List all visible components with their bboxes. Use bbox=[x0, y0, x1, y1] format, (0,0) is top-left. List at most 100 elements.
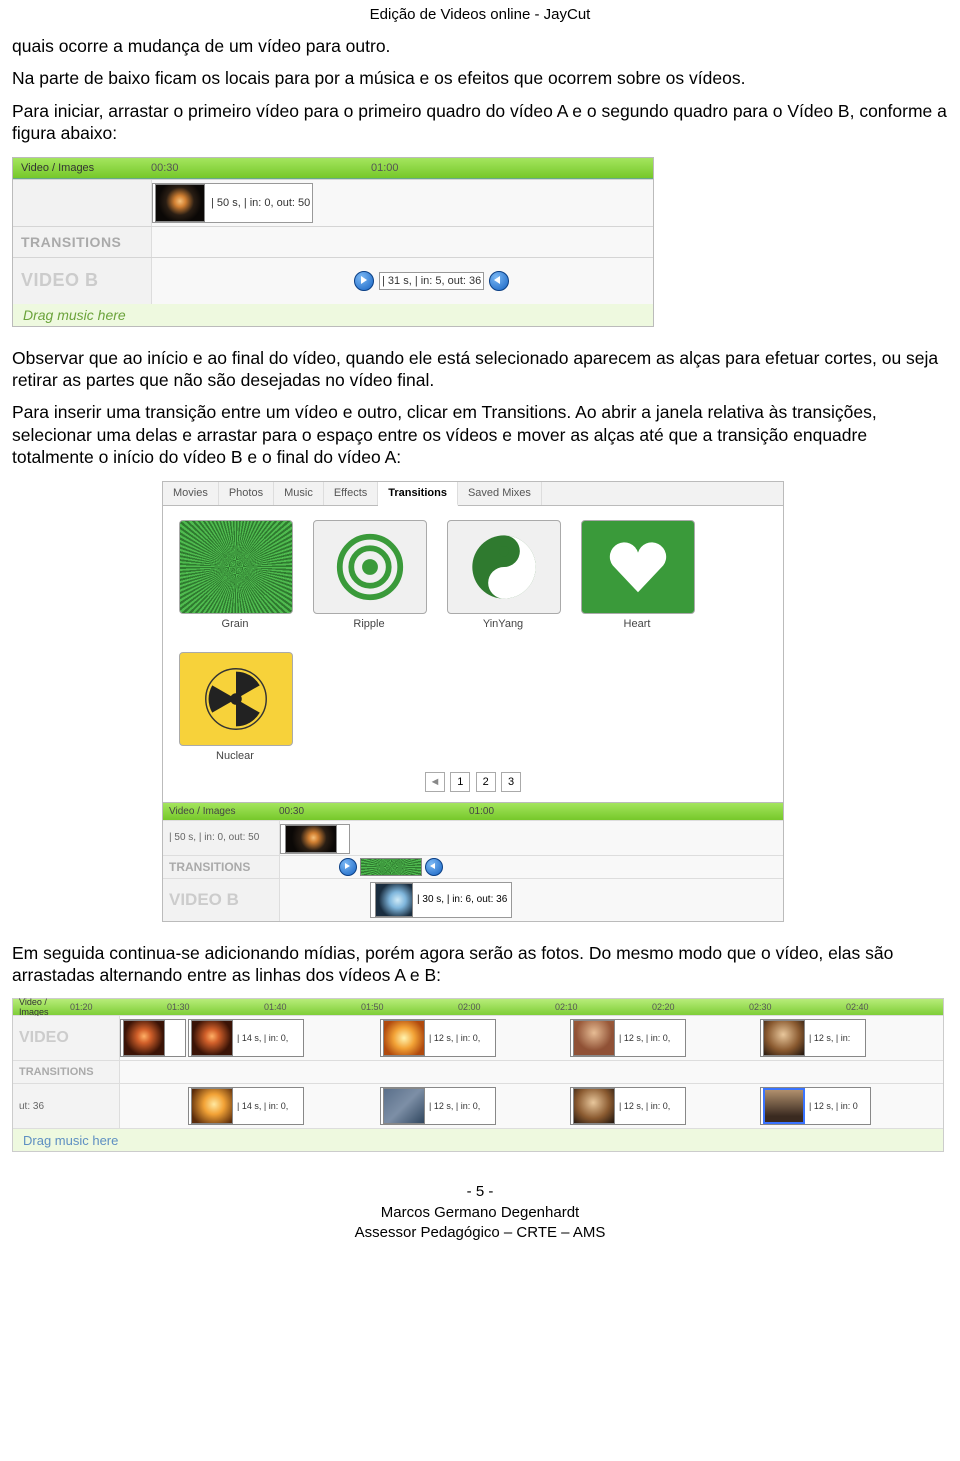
clip-b-2[interactable]: | 12 s, | in: 0, bbox=[570, 1087, 686, 1125]
row-video-b: ut: 36 | 14 s, | in: 0, | 12 s, | in: 0,… bbox=[13, 1083, 943, 1128]
clip-thumb-icon bbox=[383, 1088, 425, 1124]
track-a-2: | 50 s, | in: 0, out: 50 bbox=[163, 820, 783, 855]
music-track[interactable]: Drag music here bbox=[13, 304, 653, 326]
clip-thumb-icon bbox=[191, 1020, 233, 1056]
transition-item-ripple[interactable]: Ripple bbox=[313, 520, 425, 630]
ruler-label: Video / Images bbox=[163, 806, 279, 817]
video-a-label-3: VIDEO bbox=[13, 1016, 120, 1060]
transition-item-heart[interactable]: Heart bbox=[581, 520, 693, 630]
footer-author: Marcos Germano Degenhardt bbox=[12, 1203, 948, 1223]
clip-b-2[interactable]: | 30 s, | in: 6, out: 36 bbox=[370, 882, 512, 918]
ruler-tick: 02:10 bbox=[555, 1002, 652, 1012]
transition-item-yinyang[interactable]: YinYang bbox=[447, 520, 559, 630]
figure-transitions: Movies Photos Music Effects Transitions … bbox=[162, 481, 948, 922]
transitions-track-label: TRANSITIONS bbox=[13, 227, 152, 257]
pager-prev-icon[interactable]: ◄ bbox=[425, 772, 445, 792]
clip-thumb-icon bbox=[191, 1088, 233, 1124]
ruler-tick: 00:30 bbox=[279, 806, 469, 817]
paragraph-2: Na parte de baixo ficam os locais para p… bbox=[12, 67, 948, 89]
ruler-tick: 02:40 bbox=[846, 1002, 943, 1012]
clip-meta: | 12 s, | in: 0 bbox=[809, 1101, 858, 1111]
tab-saved-mixes[interactable]: Saved Mixes bbox=[458, 482, 542, 505]
clip-meta: | 12 s, | in: 0, bbox=[429, 1033, 480, 1043]
transition-name: Grain bbox=[179, 618, 291, 630]
ruler-tick: 01:40 bbox=[264, 1002, 361, 1012]
paragraph-1: quais ocorre a mudança de um vídeo para … bbox=[12, 35, 948, 57]
timeline-ruler: Video / Images 00:30 01:00 bbox=[13, 158, 653, 179]
paragraph-3: Para iniciar, arrastar o primeiro vídeo … bbox=[12, 100, 948, 145]
clip-a-2[interactable]: | 12 s, | in: 0, bbox=[380, 1019, 496, 1057]
clip-meta: | 14 s, | in: 0, bbox=[237, 1101, 288, 1111]
clip-meta: | 12 s, | in: 0, bbox=[619, 1101, 670, 1111]
tab-effects[interactable]: Effects bbox=[324, 482, 378, 505]
tab-music[interactable]: Music bbox=[274, 482, 324, 505]
play-reverse-button-icon[interactable] bbox=[425, 858, 443, 876]
clip-thumb-icon bbox=[573, 1088, 615, 1124]
clip-thumb bbox=[285, 825, 337, 853]
track-transitions: TRANSITIONS bbox=[13, 226, 653, 257]
grain-icon bbox=[179, 520, 293, 614]
clip-b-0[interactable]: | 14 s, | in: 0, bbox=[188, 1087, 304, 1125]
row-transitions-3: TRANSITIONS bbox=[13, 1060, 943, 1083]
track-b-2: VIDEO B | 30 s, | in: 6, out: 36 bbox=[163, 878, 783, 921]
footer-role: Assessor Pedagógico – CRTE – AMS bbox=[12, 1223, 948, 1243]
clip-a-3[interactable]: | 12 s, | in: 0, bbox=[570, 1019, 686, 1057]
clip-meta-b-2: | 30 s, | in: 6, out: 36 bbox=[417, 894, 507, 905]
figure-timeline-1: Video / Images 00:30 01:00 | 50 s, | in:… bbox=[12, 157, 654, 327]
transition-name: Nuclear bbox=[179, 750, 291, 762]
clip-meta-a: | 50 s, | in: 0, out: 50 bbox=[211, 197, 310, 209]
clip-thumb-icon bbox=[573, 1020, 615, 1056]
transition-item-grain[interactable]: Grain bbox=[179, 520, 291, 630]
clip-video-a[interactable]: | 50 s, | in: 0, out: 50 bbox=[152, 183, 313, 223]
ruler-tick: 01:00 bbox=[371, 162, 591, 174]
clip-a-1[interactable]: | 14 s, | in: 0, bbox=[188, 1019, 304, 1057]
ruler-3: Video / Images 01:20 01:30 01:40 01:50 0… bbox=[13, 999, 943, 1015]
clip-thumb-icon bbox=[763, 1020, 805, 1056]
music-track-3[interactable]: Drag music here bbox=[13, 1128, 943, 1151]
ruler-tick: 01:20 bbox=[70, 1002, 167, 1012]
clip-video-b[interactable]: | 31 s, | in: 5, out: 36 bbox=[379, 272, 484, 290]
paragraph-5: Para inserir uma transição entre um víde… bbox=[12, 401, 948, 468]
ruler-tick: 01:30 bbox=[167, 1002, 264, 1012]
ruler-tick: 02:20 bbox=[652, 1002, 749, 1012]
page-footer: - 5 - Marcos Germano Degenhardt Assessor… bbox=[12, 1182, 948, 1243]
ruler-tick: 01:50 bbox=[361, 1002, 458, 1012]
ruler-tick: 01:00 bbox=[469, 806, 659, 817]
tab-photos[interactable]: Photos bbox=[219, 482, 274, 505]
row-video-a: VIDEO | 14 s, | in: 0, | 12 s, | in: 0, … bbox=[13, 1015, 943, 1060]
ruler-tick: 02:30 bbox=[749, 1002, 846, 1012]
ripple-icon bbox=[313, 520, 427, 614]
clip-thumb-b bbox=[375, 883, 413, 917]
page-header: Edição de Videos online - JayCut bbox=[12, 6, 948, 23]
video-b-label-2: VIDEO B bbox=[163, 879, 280, 921]
transition-name: YinYang bbox=[447, 618, 559, 630]
clip-thumb-icon bbox=[763, 1088, 805, 1124]
clip-b-3[interactable]: | 12 s, | in: 0 bbox=[760, 1087, 871, 1125]
pager-page-1[interactable]: 1 bbox=[450, 772, 470, 792]
ruler-tick: 02:00 bbox=[458, 1002, 555, 1012]
ruler-tick: 00:30 bbox=[151, 162, 371, 174]
clip-meta: | 12 s, | in: bbox=[809, 1033, 850, 1043]
track-video-b: VIDEO B | 31 s, | in: 5, out: 36 bbox=[13, 257, 653, 304]
clip-thumb-icon bbox=[123, 1020, 165, 1056]
heart-icon bbox=[581, 520, 695, 614]
ruler-label-3: Video / Images bbox=[13, 997, 70, 1017]
clip-a-2[interactable] bbox=[280, 824, 350, 854]
transition-name: Heart bbox=[581, 618, 693, 630]
clip-thumb-a bbox=[155, 184, 205, 222]
pager-page-3[interactable]: 3 bbox=[501, 772, 521, 792]
track-video-a: | 50 s, | in: 0, out: 50 bbox=[13, 179, 653, 226]
play-button-icon[interactable] bbox=[354, 271, 374, 291]
clip-meta-b: | 31 s, | in: 5, out: 36 bbox=[382, 275, 481, 287]
transition-clip[interactable] bbox=[360, 858, 422, 876]
track-label-b: VIDEO B bbox=[13, 258, 152, 304]
play-button-icon[interactable] bbox=[339, 858, 357, 876]
clip-a-4[interactable]: | 12 s, | in: bbox=[760, 1019, 866, 1057]
play-reverse-button-icon[interactable] bbox=[489, 271, 509, 291]
pager-page-2[interactable]: 2 bbox=[476, 772, 496, 792]
tab-transitions[interactable]: Transitions bbox=[378, 482, 458, 506]
clip-a-0[interactable] bbox=[120, 1019, 186, 1057]
clip-b-1[interactable]: | 12 s, | in: 0, bbox=[380, 1087, 496, 1125]
tab-movies[interactable]: Movies bbox=[163, 482, 219, 505]
transition-item-nuclear[interactable]: Nuclear bbox=[179, 652, 291, 762]
